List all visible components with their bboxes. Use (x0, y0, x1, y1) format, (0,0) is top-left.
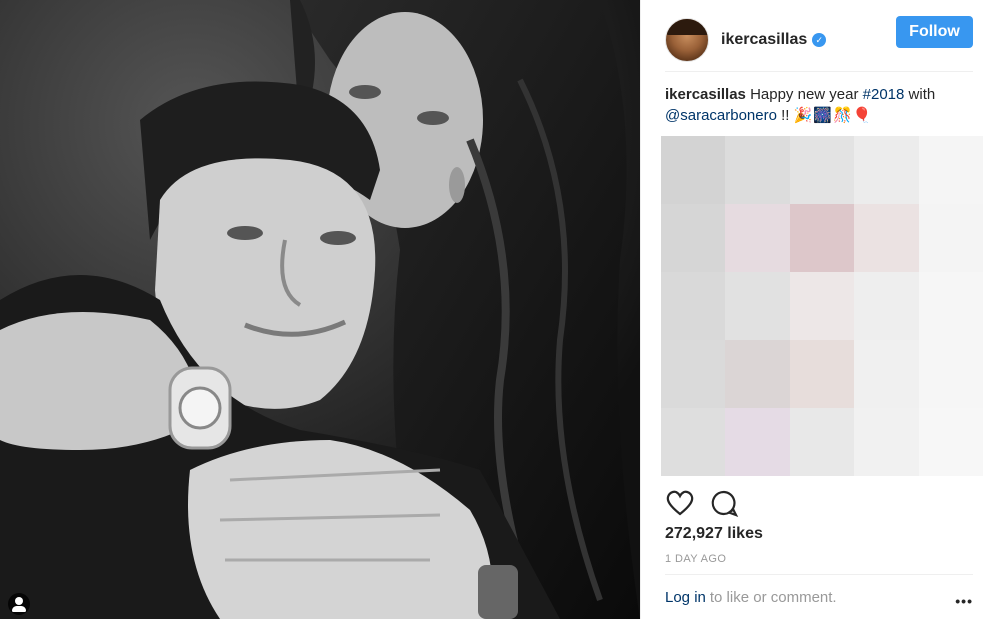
login-link[interactable]: Log in (665, 589, 706, 606)
caption-emojis: 🎉🎆🎊🎈 (793, 107, 873, 124)
instagram-post: ikercasillas ✓ Follow ikercasillas Happy… (0, 0, 1000, 619)
speech-bubble-icon[interactable] (709, 488, 739, 518)
ellipsis-icon[interactable]: ••• (955, 593, 973, 609)
comment-footer: Log in to like or comment. ••• (665, 574, 973, 619)
post-sidebar: ikercasillas ✓ Follow ikercasillas Happy… (640, 0, 1000, 619)
likes-count[interactable]: 272,927 likes (665, 525, 763, 543)
username-link[interactable]: ikercasillas (721, 31, 807, 49)
post-photo[interactable] (0, 0, 640, 619)
post-header: ikercasillas ✓ Follow (665, 8, 973, 72)
caption-tail: !! (776, 107, 794, 124)
blurred-comments (661, 136, 983, 476)
avatar[interactable] (665, 17, 709, 62)
action-bar (665, 488, 753, 518)
post-caption: ikercasillas Happy new year #2018 with @… (665, 84, 985, 126)
caption-text: Happy new year (745, 86, 863, 103)
caption-mention[interactable]: @saracarbonero (665, 107, 777, 124)
caption-username[interactable]: ikercasillas (665, 86, 746, 103)
verified-badge-icon: ✓ (812, 32, 827, 47)
caption-hashtag[interactable]: #2018 (863, 86, 905, 103)
caption-text-2: with (904, 86, 936, 103)
user-tag-icon[interactable] (8, 593, 30, 615)
post-timestamp[interactable]: 1 DAY AGO (665, 553, 726, 565)
photo-illustration (0, 0, 640, 619)
follow-button[interactable]: Follow (896, 16, 973, 48)
login-prompt-text: to like or comment. (709, 588, 837, 606)
heart-outline-icon[interactable] (665, 488, 695, 518)
